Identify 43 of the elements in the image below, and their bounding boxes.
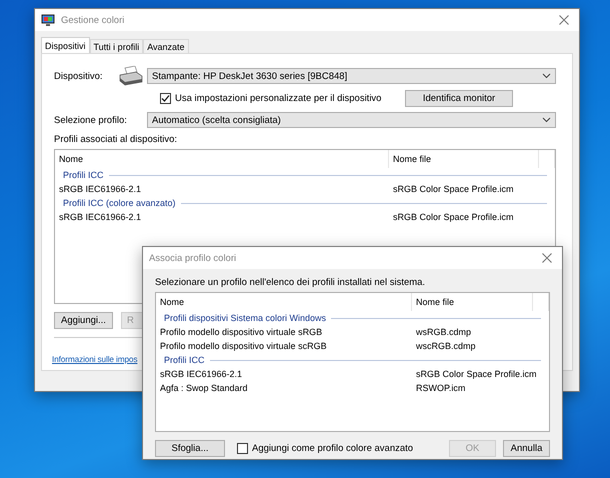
profile-name[interactable]: sRGB IEC61966-2.1 xyxy=(156,369,412,379)
profile-selection-label: Selezione profilo: xyxy=(54,114,128,126)
profile-file[interactable]: sRGB Color Space Profile.icm xyxy=(389,212,555,222)
add-button[interactable]: Aggiungi... xyxy=(54,312,113,329)
associated-profiles-label: Profili associati al dispositivo: xyxy=(54,134,178,145)
close-icon[interactable] xyxy=(559,15,569,25)
column-header[interactable]: Nome xyxy=(156,293,412,311)
group-header: Profili ICC (colore avanzato) xyxy=(63,198,176,208)
close-icon[interactable] xyxy=(542,253,552,263)
column-header[interactable]: Nome file xyxy=(412,293,533,311)
column-header[interactable]: Nome file xyxy=(389,150,539,168)
group-header: Profili ICC xyxy=(63,170,104,180)
group-header: Profili ICC xyxy=(164,355,205,365)
profile-name[interactable]: Profilo modello dispositivo virtuale sRGB xyxy=(156,327,412,337)
profile-name[interactable]: sRGB IEC61966-2.1 xyxy=(55,212,389,222)
cancel-button[interactable]: Annulla xyxy=(503,440,550,457)
monitor-icon xyxy=(41,14,55,26)
tab[interactable]: Tutti i profili xyxy=(90,39,144,53)
identify-monitor-button[interactable]: Identifica monitor xyxy=(405,90,513,107)
tab[interactable]: Dispositivi xyxy=(41,37,90,53)
profile-name[interactable]: Agfa : Swop Standard xyxy=(156,383,412,393)
custom-settings-checkbox[interactable]: Usa impostazioni personalizzate per il dispositivo xyxy=(160,93,382,104)
column-header[interactable]: Nome xyxy=(55,150,389,168)
device-label: Dispositivo: xyxy=(54,70,104,82)
group-header: Profili dispositivi Sistema colori Windows xyxy=(164,313,326,323)
profile-file[interactable]: wscRGB.cdmp xyxy=(412,341,549,351)
profile-file[interactable]: wsRGB.cdmp xyxy=(412,327,549,337)
printer-icon xyxy=(119,66,143,86)
browse-button[interactable]: Sfoglia... xyxy=(155,440,225,457)
advanced-profile-checkbox[interactable]: Aggiungi come profilo colore avanzato xyxy=(237,443,414,454)
window-title: Associa profilo colori xyxy=(149,252,238,264)
profile-file[interactable]: sRGB Color Space Profile.icm xyxy=(412,369,549,379)
profile-file[interactable]: RSWOP.icm xyxy=(412,383,549,393)
info-link[interactable]: Informazioni sulle impos xyxy=(52,354,138,364)
window-title: Gestione colori xyxy=(61,14,126,26)
tab[interactable]: Avanzate xyxy=(143,39,189,53)
profile-name[interactable]: sRGB IEC61966-2.1 xyxy=(55,184,389,194)
profile-name[interactable]: Profilo modello dispositivo virtuale scRGB xyxy=(156,341,412,351)
profile-selection-dropdown[interactable]: Automatico (scelta consigliata) xyxy=(147,112,556,128)
checkmark-icon xyxy=(161,94,170,103)
device-dropdown[interactable]: Stampante: HP DeskJet 3630 series [9BC848] xyxy=(147,68,556,84)
profile-file[interactable]: sRGB Color Space Profile.icm xyxy=(389,184,555,194)
instruction-text: Selezionare un profilo nell'elenco dei profili installati nel sistema. xyxy=(155,277,426,288)
